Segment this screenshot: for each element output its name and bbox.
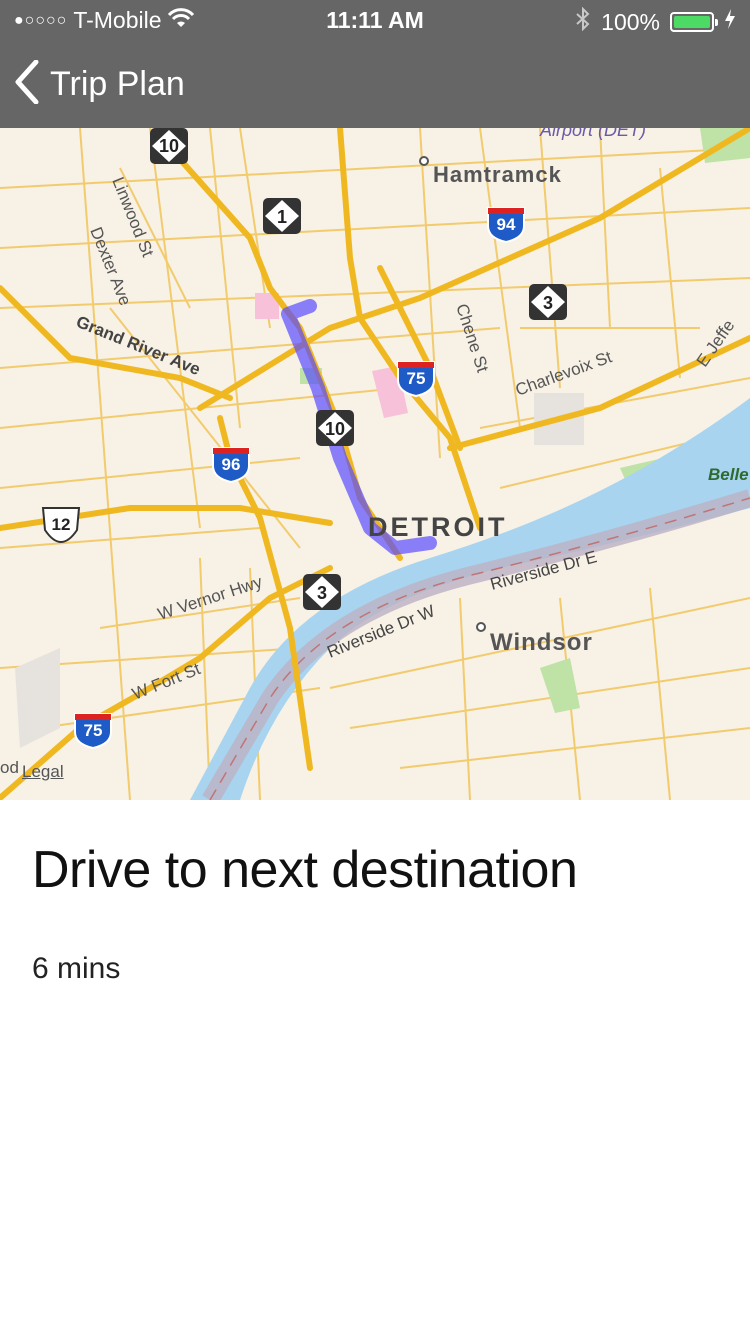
city-dot — [476, 622, 486, 632]
svg-text:1: 1 — [277, 207, 287, 227]
m10-shield-icon: 10 — [150, 128, 188, 164]
i94-shield-icon: 94 — [487, 207, 525, 244]
map-view[interactable]: Airport (DET) Hamtramck Linwood St Dexte… — [0, 128, 750, 800]
battery-fill — [674, 16, 710, 28]
charging-icon — [724, 8, 736, 36]
detroit-label: DETROIT — [368, 512, 508, 542]
trip-step-title: Drive to next destination — [32, 841, 578, 899]
i96-shield-icon: 96 — [212, 447, 250, 484]
battery-icon — [670, 12, 718, 32]
svg-text:75: 75 — [407, 369, 426, 388]
belle-label: Belle — [708, 465, 749, 484]
windsor-label: Windsor — [490, 629, 593, 656]
svg-text:94: 94 — [497, 215, 516, 234]
status-right: 100% — [575, 6, 736, 37]
chevron-left-icon — [14, 59, 40, 109]
bluetooth-icon — [575, 6, 591, 37]
battery-percent: 100% — [601, 8, 660, 35]
city-dot — [419, 156, 429, 166]
airport-label: Airport (DET) — [539, 128, 646, 140]
back-button[interactable]: Trip Plan — [14, 59, 185, 109]
svg-text:10: 10 — [159, 136, 179, 156]
svg-text:12: 12 — [52, 515, 71, 534]
svg-text:3: 3 — [543, 293, 553, 313]
m10-shield-icon: 10 — [316, 410, 354, 446]
svg-text:96: 96 — [222, 455, 241, 474]
trip-details: Drive to next destination 6 mins — [32, 800, 718, 986]
od-label: od — [0, 758, 19, 777]
status-bar: ●○○○○ T-Mobile 11:11 AM 100% — [0, 0, 750, 40]
svg-text:75: 75 — [84, 721, 103, 740]
trip-duration: 6 mins — [32, 952, 121, 985]
m1-shield-icon: 1 — [263, 198, 301, 234]
i75-shield-icon: 75 — [74, 713, 112, 750]
map-canvas: Airport (DET) Hamtramck Linwood St Dexte… — [0, 128, 750, 800]
m3-shield-icon: 3 — [529, 284, 567, 320]
hamtramck-label: Hamtramck — [433, 162, 562, 187]
i75-shield-icon: 75 — [397, 361, 435, 398]
m3-shield-icon: 3 — [303, 574, 341, 610]
back-button-label: Trip Plan — [50, 65, 185, 103]
navigation-bar: Trip Plan — [0, 40, 750, 128]
legal-link[interactable]: Legal — [22, 762, 64, 782]
svg-text:3: 3 — [317, 583, 327, 603]
svg-text:10: 10 — [325, 419, 345, 439]
